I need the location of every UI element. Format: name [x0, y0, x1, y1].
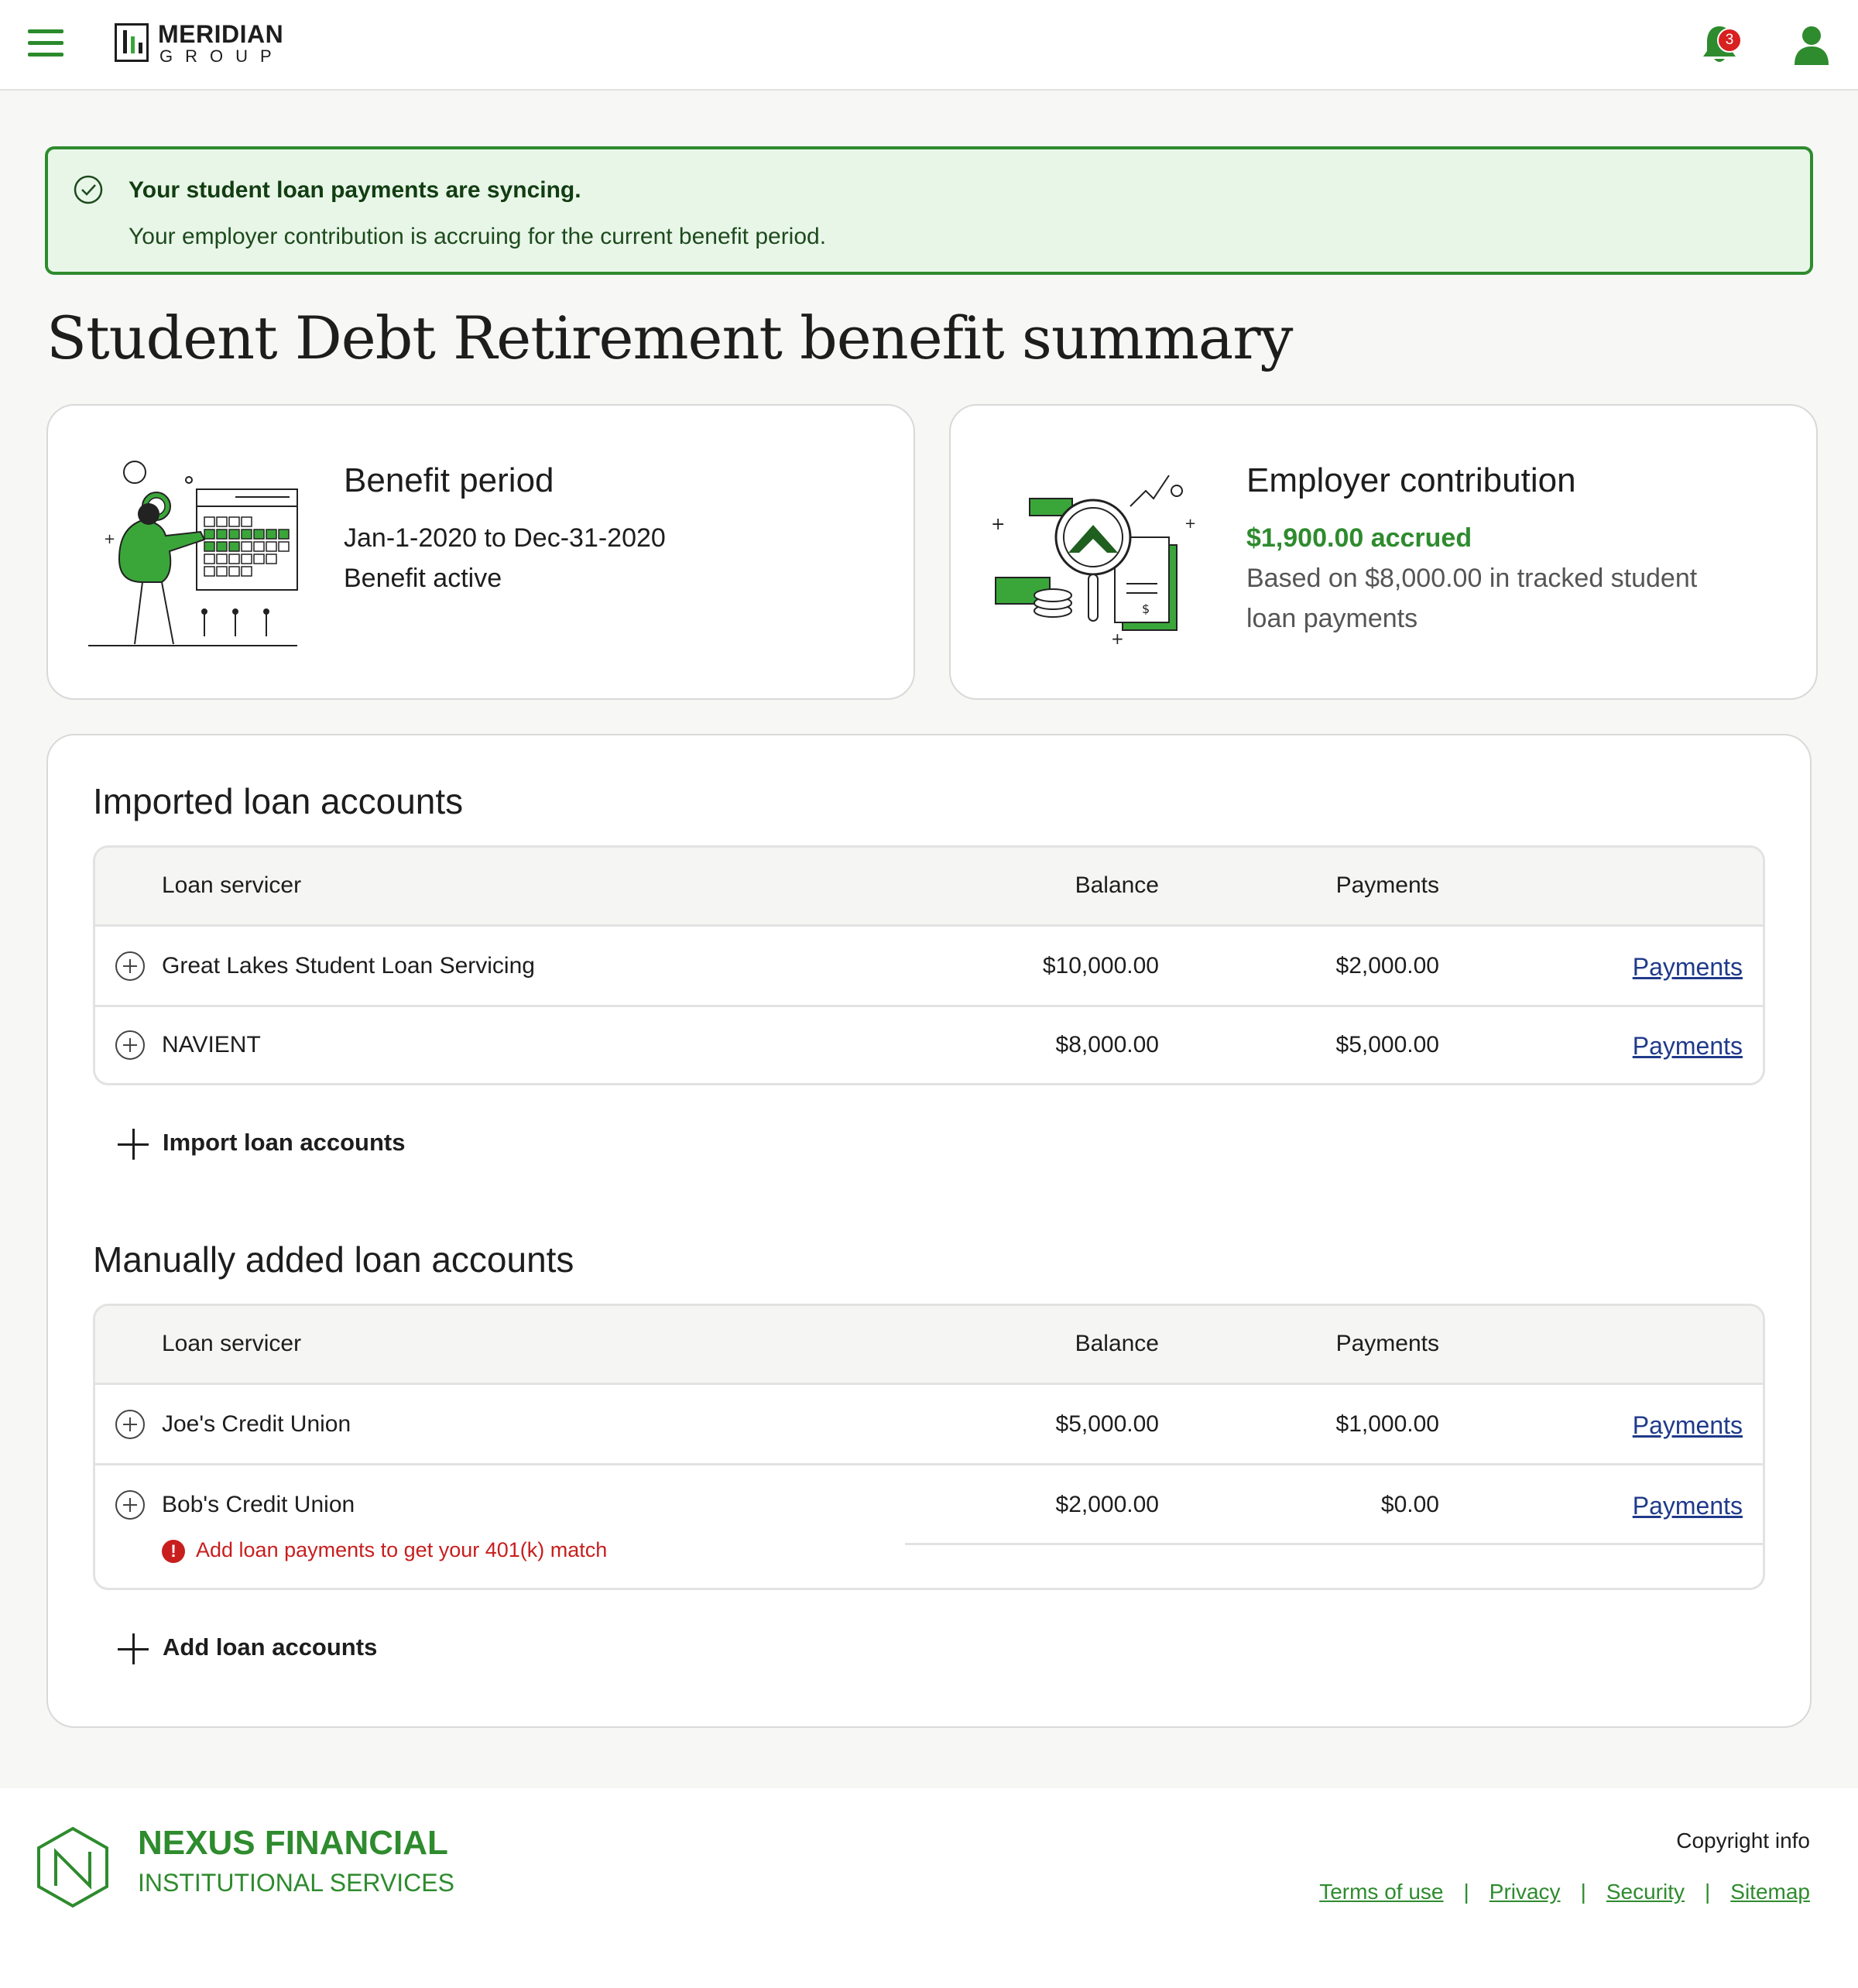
sync-alert: Your student loan payments are syncing. …: [45, 146, 1813, 275]
benefit-period-dates: Jan-1-2020 to Dec-31-2020: [344, 523, 666, 553]
alert-title: Your student loan payments are syncing.: [129, 177, 581, 203]
loan-balance: $8,000.00: [1055, 1032, 1159, 1057]
loan-servicer-name: Great Lakes Student Loan Servicing: [162, 953, 535, 979]
missing-payments-warning: ! Add loan payments to get your 401(k) ma…: [162, 1538, 607, 1563]
table-row: Bob's Credit Union $2,000.00 $0.00 Payme…: [95, 1465, 1763, 1588]
separator: |: [1463, 1880, 1469, 1904]
loan-servicer-name: NAVIENT: [162, 1032, 261, 1057]
top-bar: MERIDIAN GROUP 3: [0, 0, 1858, 91]
expand-row-icon[interactable]: [115, 1030, 145, 1060]
expand-row-icon[interactable]: [115, 1410, 145, 1439]
column-header-payments: Payments: [1335, 872, 1439, 898]
accrued-amount: $1,900.00 accrued: [1246, 523, 1472, 553]
sitemap-link[interactable]: Sitemap: [1730, 1880, 1810, 1904]
loan-servicer-name: Joe's Credit Union: [162, 1411, 351, 1437]
imported-loans-table: Loan servicer Balance Payments Great Lak…: [93, 845, 1765, 1085]
terms-of-use-link[interactable]: Terms of use: [1319, 1880, 1443, 1904]
svg-text:+: +: [991, 515, 1005, 534]
benefit-period-card: + Benefit period Jan-1-2020 to Dec-31-20…: [46, 404, 915, 700]
loan-payments: $2,000.00: [1335, 953, 1439, 979]
loan-balance: $2,000.00: [1055, 1492, 1159, 1517]
expand-row-icon[interactable]: [115, 1490, 145, 1520]
alert-body: Your employer contribution is accruing f…: [129, 224, 827, 249]
manual-section-title: Manually added loan accounts: [93, 1239, 574, 1280]
payments-link[interactable]: Payments: [1633, 1492, 1743, 1520]
table-row: NAVIENT $8,000.00 $5,000.00 Payments: [95, 1007, 1763, 1083]
copyright-info: Copyright info: [1676, 1829, 1810, 1853]
import-loan-accounts-button[interactable]: Import loan accounts: [118, 1129, 405, 1160]
payments-link[interactable]: Payments: [1633, 953, 1743, 982]
footer-company-name: NEXUS FINANCIAL: [138, 1824, 448, 1862]
svg-text:$: $: [1142, 602, 1150, 616]
loan-accounts-panel: Imported loan accounts Loan servicer Bal…: [46, 734, 1812, 1728]
check-circle-icon: [74, 175, 103, 204]
svg-text:+: +: [1184, 516, 1196, 532]
loan-payments: $0.00: [1380, 1492, 1439, 1517]
hamburger-menu-icon[interactable]: [28, 29, 63, 57]
footer: NEXUS FINANCIAL INSTITUTIONAL SERVICES C…: [0, 1788, 1858, 1988]
column-header-balance: Balance: [1075, 872, 1159, 898]
table-row: Joe's Credit Union $5,000.00 $1,000.00 P…: [95, 1385, 1763, 1465]
plus-icon: [118, 1129, 149, 1160]
separator: |: [1705, 1880, 1711, 1904]
brand-name: MERIDIAN: [158, 20, 284, 48]
column-header-balance: Balance: [1075, 1331, 1159, 1356]
brand-mark-icon: [115, 23, 149, 62]
import-loan-accounts-label: Import loan accounts: [163, 1129, 406, 1157]
money-growth-illustration: $ + + +: [991, 475, 1196, 648]
loan-payments: $5,000.00: [1335, 1032, 1439, 1057]
footer-links: Terms of use | Privacy | Security | Sitemap: [1319, 1880, 1810, 1904]
svg-text:+: +: [104, 531, 115, 547]
employer-contribution-card: $ + + + Employer contribution $1,900.00 …: [949, 404, 1818, 700]
manual-loans-table: Loan servicer Balance Payments Joe's Cre…: [93, 1304, 1765, 1590]
loan-servicer-name: Bob's Credit Union: [162, 1492, 355, 1517]
user-icon[interactable]: [1793, 25, 1830, 65]
brand-subtitle: GROUP: [159, 46, 284, 66]
contribution-note-line2: loan payments: [1246, 604, 1418, 633]
nexus-logo-icon: [37, 1826, 108, 1908]
svg-text:+: +: [1111, 629, 1124, 648]
employer-contribution-title: Employer contribution: [1246, 461, 1576, 499]
benefit-status: Benefit active: [344, 564, 502, 593]
add-loan-accounts-label: Add loan accounts: [163, 1633, 378, 1661]
plus-icon: [118, 1633, 149, 1664]
column-header-payments: Payments: [1335, 1331, 1439, 1356]
imported-section-title: Imported loan accounts: [93, 781, 464, 821]
security-link[interactable]: Security: [1606, 1880, 1685, 1904]
page-title: Student Debt Retirement benefit summary: [46, 303, 1293, 372]
payments-link[interactable]: Payments: [1633, 1032, 1743, 1061]
notification-badge: 3: [1717, 28, 1742, 53]
expand-row-icon[interactable]: [115, 951, 145, 981]
calendar-illustration: +: [88, 461, 298, 646]
row-divider: [905, 1543, 1763, 1545]
separator: |: [1580, 1880, 1586, 1904]
error-icon: !: [162, 1539, 185, 1563]
column-header-servicer: Loan servicer: [162, 1331, 302, 1356]
benefit-period-title: Benefit period: [344, 461, 554, 499]
loan-balance: $10,000.00: [1042, 953, 1159, 979]
loan-payments: $1,000.00: [1335, 1411, 1439, 1437]
footer-company-subtitle: INSTITUTIONAL SERVICES: [138, 1869, 454, 1897]
table-header: Loan servicer Balance Payments: [95, 848, 1763, 927]
contribution-note-line1: Based on $8,000.00 in tracked student: [1246, 564, 1698, 593]
payments-link[interactable]: Payments: [1633, 1411, 1743, 1440]
column-header-servicer: Loan servicer: [162, 872, 302, 898]
loan-balance: $5,000.00: [1055, 1411, 1159, 1437]
privacy-link[interactable]: Privacy: [1489, 1880, 1561, 1904]
table-header: Loan servicer Balance Payments: [95, 1306, 1763, 1385]
warning-text: Add loan payments to get your 401(k) mat…: [196, 1538, 608, 1561]
add-loan-accounts-button[interactable]: Add loan accounts: [118, 1633, 377, 1664]
table-row: Great Lakes Student Loan Servicing $10,0…: [95, 927, 1763, 1007]
